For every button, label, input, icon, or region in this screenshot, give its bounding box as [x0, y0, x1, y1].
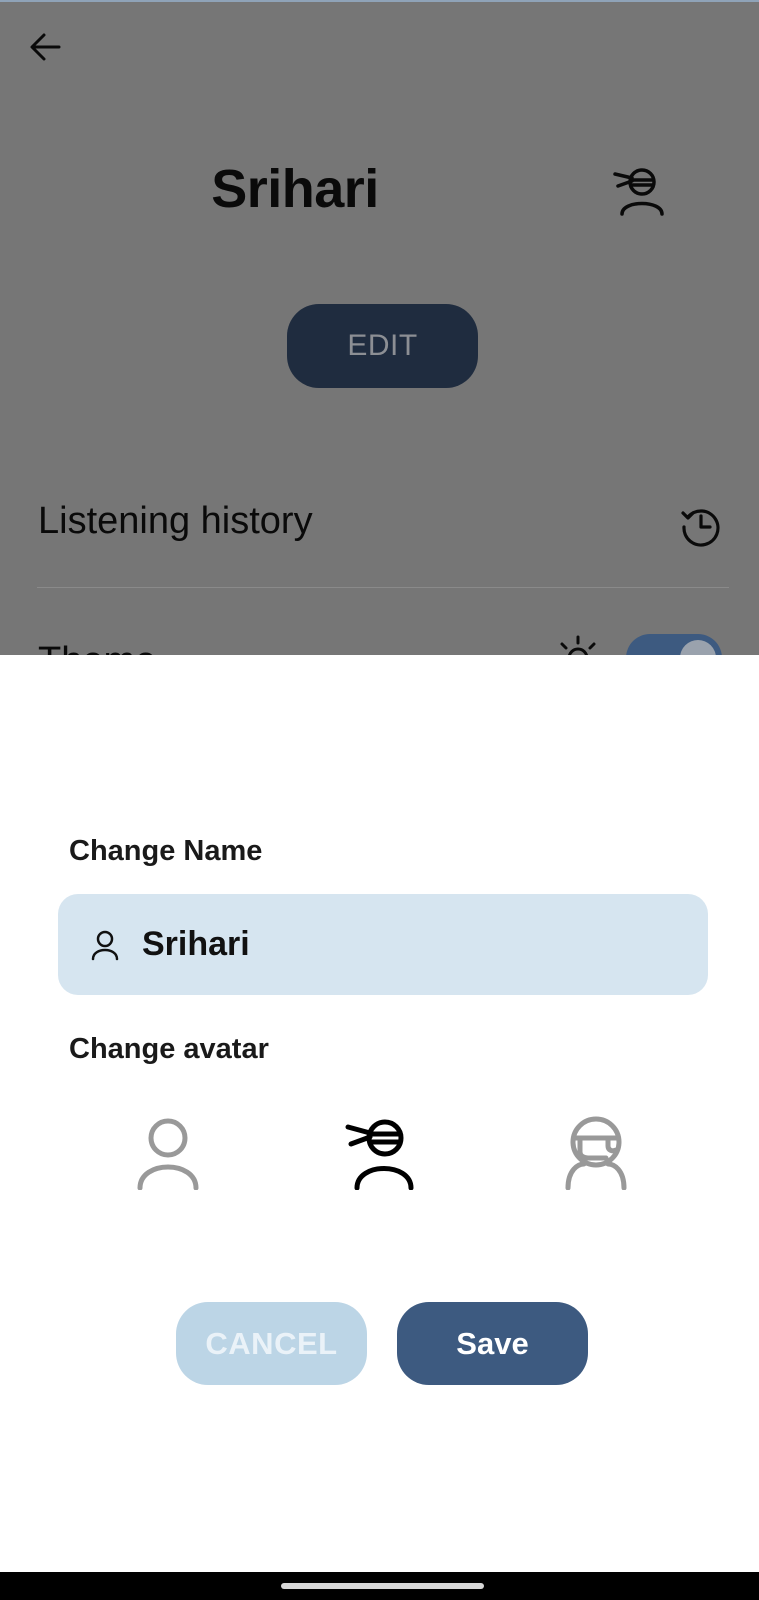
- system-nav-bar: [0, 1572, 759, 1600]
- listening-history-label[interactable]: Listening history: [38, 500, 313, 543]
- name-field[interactable]: [58, 894, 708, 995]
- avatar-astronaut-icon[interactable]: [558, 1114, 634, 1190]
- sun-icon: [560, 635, 596, 655]
- change-name-title: Change Name: [69, 835, 263, 867]
- edit-button[interactable]: EDIT: [287, 304, 478, 388]
- arrow-left-icon: [30, 33, 61, 61]
- ninja-icon: [613, 168, 664, 216]
- profile-name: Srihari: [211, 159, 379, 219]
- history-icon[interactable]: [680, 505, 722, 547]
- toggle-knob: [680, 640, 716, 655]
- theme-label: Theme: [38, 640, 156, 655]
- status-line: [0, 0, 759, 2]
- avatar-ninja-icon[interactable]: [343, 1114, 419, 1190]
- profile-page-background: Srihari EDIT Listening history Theme: [0, 0, 759, 655]
- save-button[interactable]: Save: [397, 1302, 588, 1385]
- avatar-person-icon[interactable]: [130, 1114, 206, 1190]
- person-icon: [88, 928, 122, 962]
- cancel-button[interactable]: CANCEL: [176, 1302, 367, 1385]
- home-gesture-pill[interactable]: [281, 1583, 484, 1589]
- name-input[interactable]: [142, 925, 662, 964]
- edit-profile-sheet: Change Name Change avatar CANCEL Save: [0, 655, 759, 1572]
- change-avatar-title: Change avatar: [69, 1033, 269, 1065]
- divider: [37, 587, 729, 588]
- back-button[interactable]: [26, 28, 64, 66]
- theme-toggle[interactable]: [626, 634, 722, 655]
